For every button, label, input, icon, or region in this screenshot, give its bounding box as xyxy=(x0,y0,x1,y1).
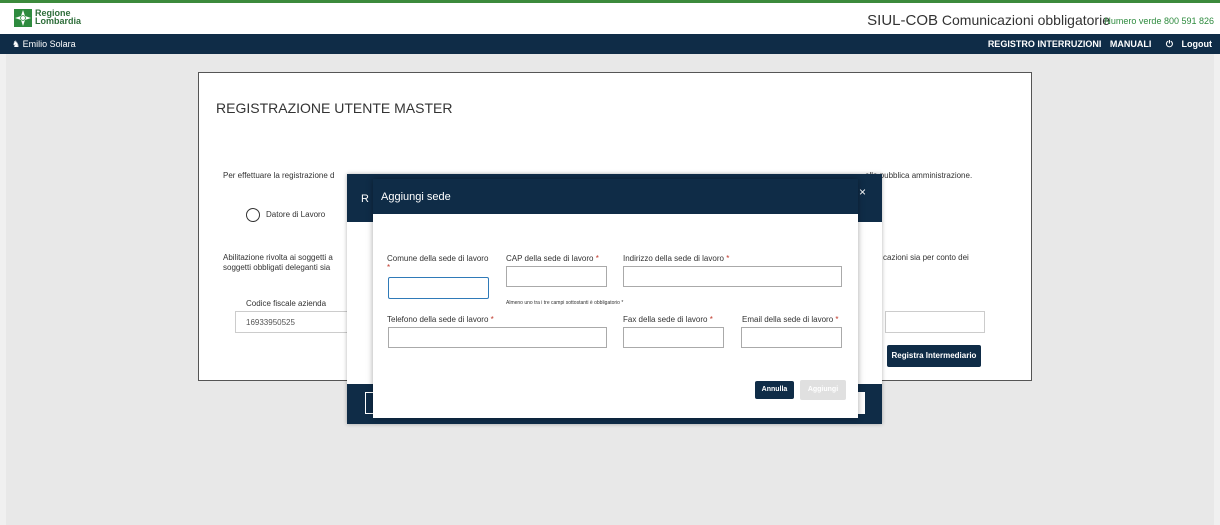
comune-label-text: Comune della sede di lavoro xyxy=(387,254,489,263)
telefono-required-marker: * xyxy=(490,315,494,324)
radio-datore-di-lavoro[interactable] xyxy=(246,208,260,222)
app-subtitle: Comunicazioni obbligatorie xyxy=(941,12,1110,28)
user-menu[interactable]: ♞ Emilio Solara xyxy=(12,39,76,50)
codice-fiscale-label: Codice fiscale azienda xyxy=(246,299,327,308)
registra-intermediario-button[interactable]: Registra Intermediario xyxy=(887,345,981,367)
comune-label: Comune della sede di lavoro * xyxy=(387,254,488,272)
page-title: REGISTRAZIONE UTENTE MASTER xyxy=(216,100,453,116)
cap-label-text: CAP della sede di lavoro xyxy=(506,254,594,263)
user-icon: ♞ xyxy=(12,39,21,49)
aggiungi-sede-modal: Aggiungi sede Comune della sede di lavor… xyxy=(373,179,858,418)
hint-text: Almeno uno tra i tre campi sottostanti è… xyxy=(506,300,624,306)
top-header: Regione Lombardia SIUL-COB Comunicazioni… xyxy=(0,0,1220,34)
close-icon[interactable]: × xyxy=(859,185,866,199)
logo-mark-icon xyxy=(14,9,32,27)
cap-label: CAP della sede di lavoro * xyxy=(506,254,599,263)
indirizzo-label: Indirizzo della sede di lavoro * xyxy=(623,254,729,263)
email-required-marker: * xyxy=(835,315,839,324)
cap-required-marker: * xyxy=(595,254,599,263)
comune-input[interactable] xyxy=(388,277,489,299)
logo-text-line2: Lombardia xyxy=(35,16,82,26)
app-name: SIUL-COB xyxy=(867,12,938,29)
radio-datore-label: Datore di Lavoro xyxy=(266,210,326,219)
nav-links: REGISTRO INTERRUZIONI MANUALI ⏻ Logout xyxy=(982,39,1212,50)
power-icon: ⏻ xyxy=(1165,39,1173,49)
cap-input[interactable] xyxy=(506,266,607,287)
background-modal-title: R xyxy=(361,193,369,205)
comune-required-marker: * xyxy=(387,263,391,272)
email-label-text: Email della sede di lavoro xyxy=(742,315,834,324)
nav-manuali[interactable]: MANUALI xyxy=(1110,39,1152,49)
telefono-input[interactable] xyxy=(388,327,607,348)
app-title: SIUL-COB Comunicazioni obbligatorie xyxy=(867,12,1110,29)
email-label: Email della sede di lavoro * xyxy=(742,315,839,324)
modal-title: Aggiungi sede xyxy=(381,191,451,203)
nav-registro-interruzioni[interactable]: REGISTRO INTERRUZIONI xyxy=(988,39,1102,49)
fax-label: Fax della sede di lavoro * xyxy=(623,315,713,324)
email-input[interactable] xyxy=(741,327,842,348)
indirizzo-input[interactable] xyxy=(623,266,842,287)
modal-header: Aggiungi sede xyxy=(373,179,858,214)
aggiungi-button[interactable]: Aggiungi xyxy=(800,380,846,400)
logout-label: Logout xyxy=(1181,39,1213,49)
numero-verde: Numero verde 800 591 826 xyxy=(1104,16,1214,26)
indirizzo-label-text: Indirizzo della sede di lavoro xyxy=(623,254,724,263)
abilitazione-end: cazioni sia per conto dei xyxy=(883,253,969,262)
intro-text-start: Per effettuare la registrazione d xyxy=(223,171,335,180)
annulla-button[interactable]: Annulla xyxy=(755,381,794,399)
fax-input[interactable] xyxy=(623,327,724,348)
fax-label-text: Fax della sede di lavoro xyxy=(623,315,708,324)
regione-lombardia-logo[interactable]: Regione Lombardia xyxy=(14,9,82,31)
telefono-label-text: Telefono della sede di lavoro xyxy=(387,315,489,324)
user-name: Emilio Solara xyxy=(22,39,76,49)
logout-link[interactable]: ⏻ Logout xyxy=(1160,39,1212,49)
card-right-input[interactable] xyxy=(885,311,985,333)
telefono-label: Telefono della sede di lavoro * xyxy=(387,315,494,324)
navbar: ♞ Emilio Solara REGISTRO INTERRUZIONI MA… xyxy=(0,34,1220,54)
indirizzo-required-marker: * xyxy=(726,254,730,263)
logo-text: Regione Lombardia xyxy=(35,9,82,26)
fax-required-marker: * xyxy=(709,315,713,324)
